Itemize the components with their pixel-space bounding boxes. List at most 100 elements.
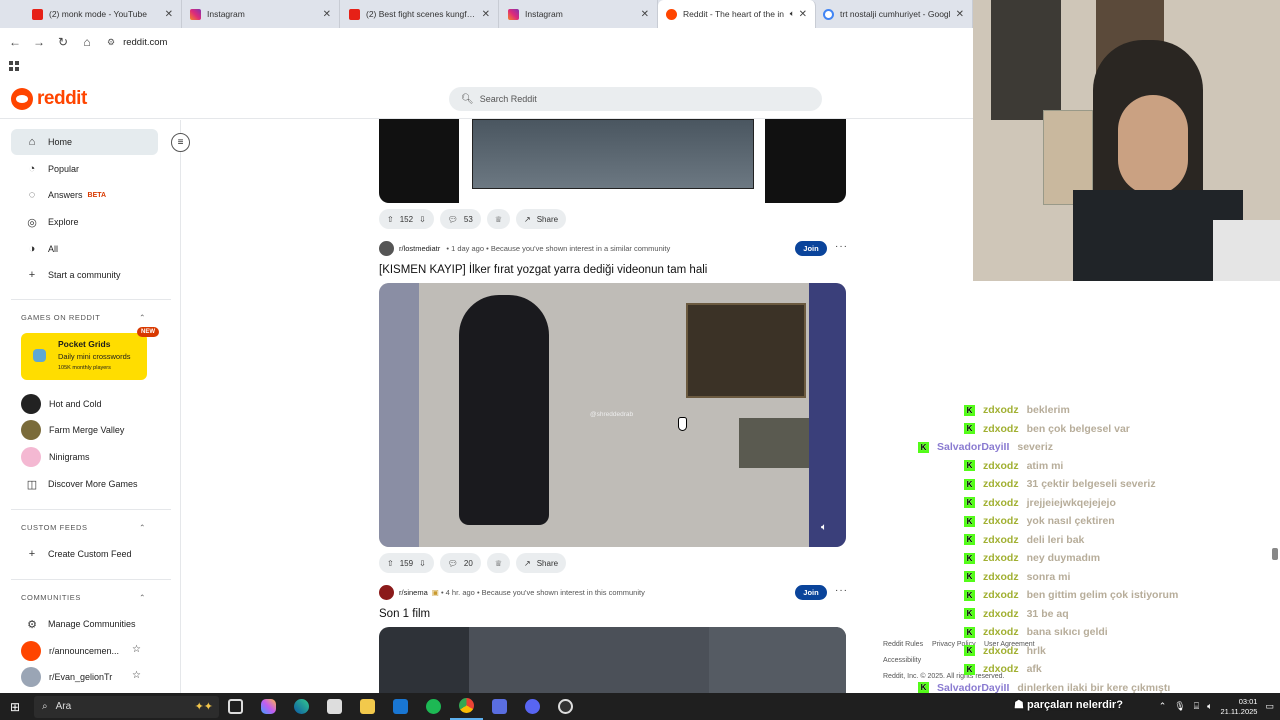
manage-communities[interactable]: ⚙ Manage Communities — [11, 611, 158, 637]
close-tab-icon[interactable]: ✕ — [956, 9, 964, 20]
chat-username: zdxodz — [983, 422, 1019, 435]
reddit-logo[interactable]: reddit — [11, 88, 87, 110]
discord-icon[interactable] — [516, 693, 549, 720]
edge-icon[interactable] — [285, 693, 318, 720]
chat-message: Kzdxodz afk — [964, 661, 1042, 677]
app-icon[interactable] — [483, 693, 516, 720]
post-title[interactable]: Son 1 film — [379, 608, 430, 620]
sidebar-item-label: Answers — [48, 190, 83, 200]
browser-tab[interactable]: Instagram ✕ — [182, 0, 340, 28]
reload-icon[interactable]: ↻ — [51, 35, 75, 49]
sidebar-discover-games[interactable]: ◫ Discover More Games — [11, 471, 158, 497]
browser-tab[interactable]: Instagram ✕ — [500, 0, 658, 28]
more-options-icon[interactable]: ··· — [835, 241, 848, 252]
kick-badge-icon: K — [964, 404, 975, 416]
upvote-icon[interactable]: ⇧ — [387, 215, 394, 224]
volume-icon[interactable]: 🔈︎ — [1207, 701, 1212, 712]
footer-link-rules[interactable]: Reddit Rules — [883, 641, 923, 648]
downvote-icon[interactable]: ⇩ — [419, 215, 426, 224]
sidebar-item-explore[interactable]: ◎ Explore — [11, 209, 158, 235]
volume-icon[interactable]: 🔈︎ — [821, 522, 837, 535]
more-options-icon[interactable]: ··· — [835, 585, 848, 596]
tab-audio-icon[interactable]: 🔈︎ — [790, 9, 795, 19]
subreddit-link[interactable]: r/lostmediatr — [399, 244, 440, 253]
browser-tab[interactable]: (2) Best fight scenes kungfu ch ✕ — [341, 0, 499, 28]
address-bar[interactable]: ⚙ reddit.com — [107, 37, 167, 48]
sidebar-game-hot-and-cold[interactable]: Hot and Cold — [11, 391, 158, 417]
post-media[interactable] — [379, 119, 846, 203]
upvote-icon[interactable]: ⇧ — [387, 559, 394, 568]
task-view-icon[interactable] — [219, 693, 252, 720]
browser-tab[interactable]: trt nostalji cumhuriyet - Googl ✕ — [815, 0, 973, 28]
apps-grid-icon[interactable] — [9, 61, 19, 71]
close-tab-icon[interactable]: ✕ — [799, 9, 807, 20]
collapse-sidebar-button[interactable]: ≡ — [171, 133, 190, 152]
favorite-star-icon[interactable]: ☆ — [132, 644, 141, 655]
chrome-icon[interactable] — [450, 693, 483, 720]
chevron-up-icon[interactable]: ⌃ — [1159, 701, 1167, 712]
post-media[interactable] — [379, 627, 846, 693]
custom-feeds-section-header[interactable]: CUSTOM FEEDS ⌃ — [21, 523, 146, 532]
vote-control[interactable]: ⇧ 159 ⇩ — [379, 553, 434, 573]
forward-icon[interactable]: → — [27, 35, 51, 49]
award-button[interactable]: ♕ — [486, 553, 510, 573]
search-input[interactable]: 🔍︎ Search Reddit — [449, 87, 822, 111]
ticker-text: parçaları nelerdir? — [1026, 699, 1123, 711]
close-tab-icon[interactable]: ✕ — [482, 9, 490, 20]
sidebar-divider — [11, 299, 171, 300]
games-section-header[interactable]: GAMES ON REDDIT ⌃ — [21, 313, 146, 322]
sidebar-game-farm-merge-valley[interactable]: Farm Merge Valley — [11, 417, 158, 443]
join-button[interactable]: Join — [795, 241, 827, 256]
copilot-icon[interactable] — [252, 693, 285, 720]
comments-button[interactable]: 💬︎ 20 — [439, 553, 481, 573]
downvote-icon[interactable]: ⇩ — [419, 559, 426, 568]
sidebar-item-home[interactable]: ⌂ Home — [11, 129, 158, 155]
back-icon[interactable]: ← — [3, 35, 27, 49]
comment-count: 20 — [463, 558, 473, 568]
promo-meta: 105K monthly players — [58, 365, 111, 371]
spotify-icon[interactable] — [417, 693, 450, 720]
browser-tab[interactable]: (2) monk mode - YouTube ✕ — [24, 0, 182, 28]
file-explorer-icon[interactable] — [351, 693, 384, 720]
sidebar-item-all[interactable]: ◑ All — [11, 236, 158, 262]
subreddit-avatar[interactable] — [379, 241, 394, 256]
close-tab-icon[interactable]: ✕ — [641, 9, 649, 20]
pocket-grids-promo[interactable]: Pocket Grids Daily mini crosswords 105K … — [21, 333, 147, 380]
browser-tab[interactable]: Reddit - The heart of the in 🔈︎ ✕ — [658, 0, 816, 28]
join-button[interactable]: Join — [795, 585, 827, 600]
page-scrollbar[interactable] — [1272, 548, 1278, 560]
vote-control[interactable]: ⇧ 152 ⇩ — [379, 209, 434, 229]
create-custom-feed[interactable]: + Create Custom Feed — [11, 541, 158, 567]
subreddit-link[interactable]: r/sinema — [399, 588, 428, 597]
subreddit-avatar[interactable] — [379, 585, 394, 600]
site-info-icon[interactable]: ⚙ — [107, 37, 115, 48]
sidebar-item-popular[interactable]: ◔ Popular — [11, 156, 158, 182]
home-icon[interactable]: ⌂ — [75, 35, 99, 49]
sidebar-item-answers[interactable]: ◌ Answers BETA — [11, 182, 158, 208]
mic-icon[interactable]: 🎙︎ — [1174, 701, 1185, 712]
clock[interactable]: 03:01 21.11.2025 — [1221, 697, 1258, 717]
obs-icon[interactable] — [549, 693, 582, 720]
windows-start-icon[interactable]: ⊞ — [0, 700, 30, 714]
store-icon[interactable] — [318, 693, 351, 720]
communities-section-header[interactable]: COMMUNITIES ⌃ — [21, 593, 146, 602]
award-button[interactable]: ♕ — [486, 209, 510, 229]
taskbar-search[interactable]: ⌕ Ara ✦✦ — [34, 695, 219, 718]
recommendation-reason: Because you've shown interest in a simil… — [490, 244, 671, 253]
comments-button[interactable]: 💬︎ 53 — [439, 209, 481, 229]
footer-link-accessibility[interactable]: Accessibility — [883, 657, 921, 664]
post-title[interactable]: [KISMEN KAYIP] İlker fırat yozgat yarra … — [379, 264, 707, 276]
beta-badge: BETA — [87, 191, 107, 199]
share-button[interactable]: ↗ Share — [516, 553, 567, 573]
outlook-icon[interactable] — [384, 693, 417, 720]
address-text: reddit.com — [123, 36, 168, 48]
new-badge: NEW — [137, 327, 159, 337]
sidebar-item-start-community[interactable]: + Start a community — [11, 262, 158, 288]
close-tab-icon[interactable]: ✕ — [165, 9, 173, 20]
close-tab-icon[interactable]: ✕ — [323, 9, 331, 20]
favorite-star-icon[interactable]: ☆ — [132, 670, 141, 681]
network-icon[interactable]: ⌸ — [1194, 701, 1199, 712]
share-button[interactable]: ↗ Share — [516, 209, 567, 229]
notifications-icon[interactable]: ▭ — [1265, 701, 1274, 712]
sidebar-game-ninigrams[interactable]: Ninigrams — [11, 444, 158, 470]
